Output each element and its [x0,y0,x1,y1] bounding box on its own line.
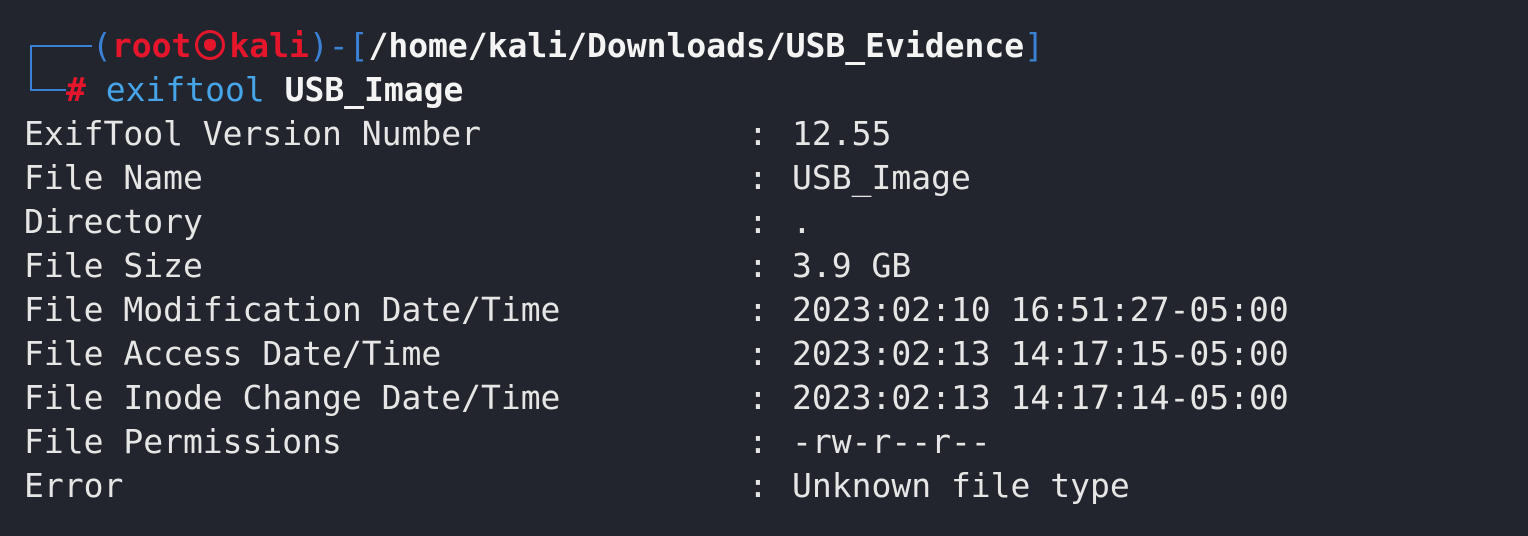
output-separator: : [748,378,768,417]
output-value: -rw-r--r-- [792,422,991,461]
output-separator: : [748,466,768,505]
output-value: . [792,202,812,241]
prompt-host: kali [229,26,309,65]
output-key: File Modification Date/Time [24,290,561,329]
output-row: Error : Unknown file type [24,464,1130,508]
output-value: 2023:02:13 14:17:15-05:00 [792,334,1289,373]
prompt-hash: # [66,70,86,109]
output-value: 2023:02:10 16:51:27-05:00 [792,290,1289,329]
output-separator: : [748,202,768,241]
output-value: 2023:02:13 14:17:14-05:00 [792,378,1289,417]
output-separator: : [748,158,768,197]
output-separator: : [748,422,768,461]
command-name: exiftool [105,70,265,109]
output-key: Directory [24,202,203,241]
skull-circle-icon [195,30,226,60]
output-separator: : [748,334,768,373]
prompt-user: root [111,26,192,65]
output-key: File Size [24,246,203,285]
output-value: USB_Image [792,158,971,197]
output-row: File Name : USB_Image [24,156,971,200]
output-separator: : [748,290,768,329]
output-separator: : [748,114,768,153]
prompt-line: (root kali)-[/home/kali/Downloads/USB_Evi… [0,24,1044,68]
output-key: File Access Date/Time [24,334,442,373]
output-value: 12.55 [792,114,892,153]
output-key: File Name [24,158,203,197]
prompt-path: /home/kali/Downloads/USB_Evidence [368,26,1025,65]
output-row: File Permissions : -rw-r--r-- [24,420,991,464]
output-key: Error [24,466,124,505]
output-row: File Size : 3.9 GB [24,244,911,288]
command-argument: USB_Image [284,70,464,109]
terminal-window[interactable]: (root kali)-[/home/kali/Downloads/USB_Evi… [0,0,1528,536]
output-row: File Modification Date/Time : 2023:02:10… [24,288,1289,332]
output-value: Unknown file type [792,466,1130,505]
command-line: # exiftool USB_Image [0,68,463,112]
output-key: File Permissions [24,422,342,461]
output-row: ExifTool Version Number : 12.55 [24,112,891,156]
output-value: 3.9 GB [792,246,912,285]
output-separator: : [748,246,768,285]
prompt-close-paren: )-[ [308,26,369,65]
output-row: File Access Date/Time : 2023:02:13 14:17… [24,332,1289,376]
output-row: File Inode Change Date/Time : 2023:02:13… [24,376,1289,420]
output-key: File Inode Change Date/Time [24,378,561,417]
prompt-close-bracket: ] [1024,26,1044,65]
prompt-open-paren: ( [92,26,112,65]
output-key: ExifTool Version Number [24,114,481,153]
output-row: Directory : . [24,200,812,244]
